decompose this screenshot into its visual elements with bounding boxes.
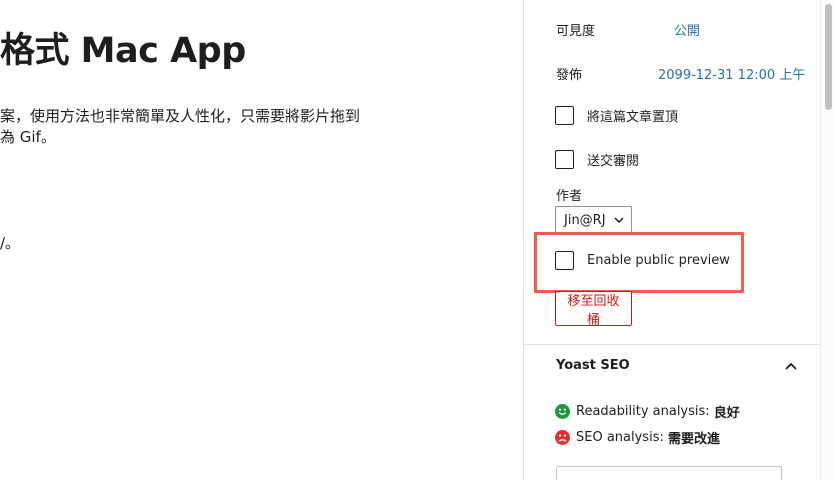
chevron-down-icon [614, 217, 624, 224]
smiley-bad-icon [555, 430, 570, 445]
readability-status: 良好 [713, 406, 740, 421]
sticky-checkbox-label: 將這篇文章置頂 [587, 110, 679, 125]
paragraph-line: 為 Gif。 [0, 128, 56, 146]
pending-review-checkbox[interactable] [555, 150, 574, 169]
post-status-panel: 可見度 公開 發佈 2099-12-31 12:00 上午 將這篇文章置頂 送交… [524, 0, 820, 345]
visibility-toggle[interactable]: 公開 [674, 20, 700, 39]
publish-date-toggle[interactable]: 2099-12-31 12:00 上午 [658, 64, 805, 83]
pending-review-checkbox-row[interactable]: 送交審閱 [555, 150, 639, 169]
yoast-action-button[interactable] [556, 466, 782, 480]
sticky-post-checkbox-row[interactable]: 將這篇文章置頂 [555, 106, 678, 125]
author-label: 作者 [556, 189, 583, 204]
readability-analysis: Readability analysis: 良好 [555, 402, 740, 421]
public-preview-checkbox-row[interactable]: Enable public preview [555, 251, 730, 270]
sidebar-scrollbar[interactable] [820, 0, 834, 480]
public-preview-label: Enable public preview [587, 253, 730, 268]
pending-review-label: 送交審閱 [587, 154, 640, 169]
editor-canvas[interactable]: 格式 Mac App 案，使用方法也非常簡單及人性化，只需要將影片拖到 為 Gi… [0, 0, 523, 480]
seo-analysis: SEO analysis: 需要改進 [555, 428, 720, 447]
author-select[interactable]: Jin@RJ [555, 206, 632, 234]
scrollbar-thumb[interactable] [825, 4, 832, 110]
publish-label: 發佈 [556, 68, 583, 83]
paragraph-block[interactable]: 案，使用方法也非常簡單及人性化，只需要將影片拖到 為 Gif。 [0, 106, 360, 148]
settings-sidebar: 可見度 公開 發佈 2099-12-31 12:00 上午 將這篇文章置頂 送交… [523, 0, 834, 480]
public-preview-checkbox[interactable] [555, 251, 574, 270]
readability-label: Readability analysis: [576, 404, 710, 419]
chevron-up-icon[interactable] [782, 360, 800, 374]
seo-status: 需要改進 [668, 432, 721, 447]
sticky-checkbox[interactable] [555, 106, 574, 125]
paragraph-block[interactable]: /。 [0, 233, 20, 254]
visibility-label: 可見度 [556, 24, 596, 39]
author-selected-value: Jin@RJ [564, 212, 606, 228]
move-to-trash-button[interactable]: 移至回收桶 [555, 291, 632, 328]
seo-label: SEO analysis: [576, 430, 664, 445]
post-title[interactable]: 格式 Mac App [0, 22, 246, 73]
smiley-good-icon [555, 404, 570, 419]
yoast-panel-title: Yoast SEO [556, 358, 630, 373]
paragraph-line: 案，使用方法也非常簡單及人性化，只需要將影片拖到 [0, 107, 361, 125]
